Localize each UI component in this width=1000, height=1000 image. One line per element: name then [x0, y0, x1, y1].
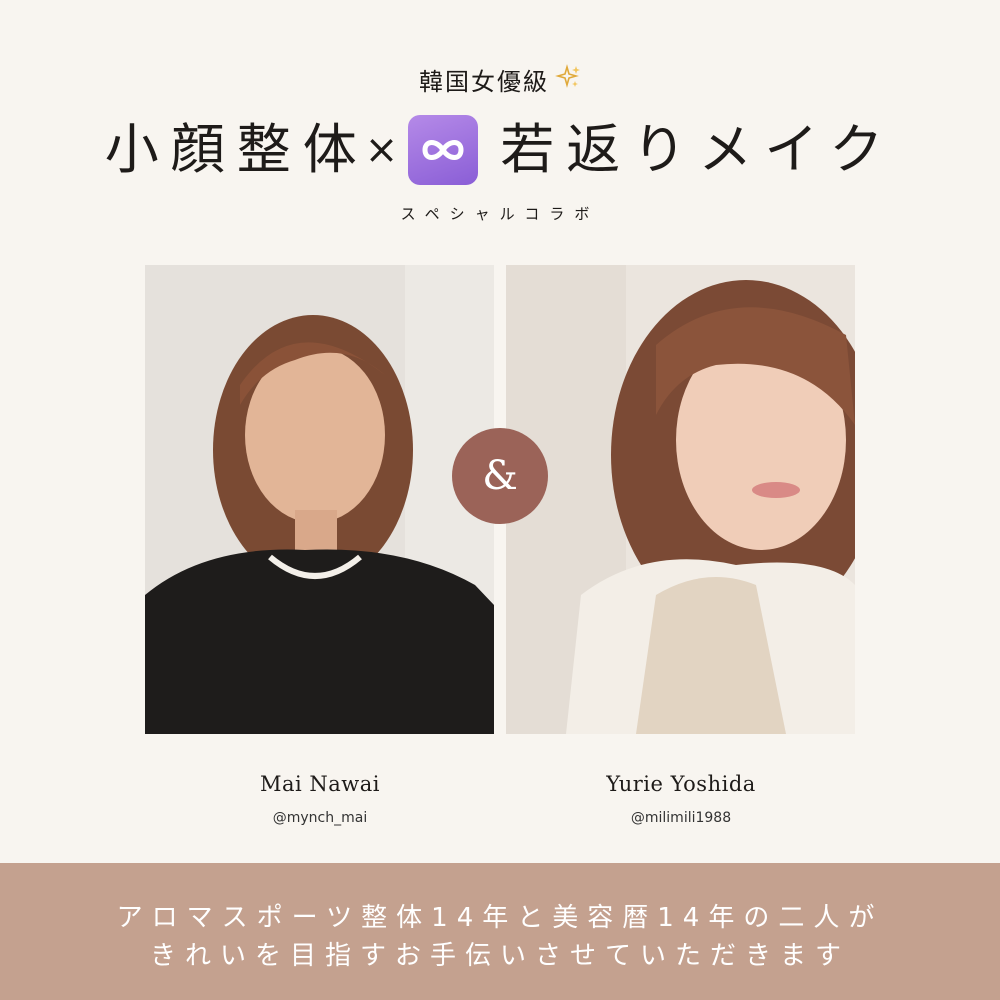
portrait-photo-mai [145, 265, 494, 734]
title-times: × [364, 127, 399, 173]
title-right: 若返りメイク [500, 118, 896, 181]
person-handle-yurie: @milimili1988 [630, 810, 732, 826]
ampersand-badge: & [452, 428, 548, 524]
subtitle: スペシャルコラボ [400, 205, 600, 223]
sparkles-icon [555, 63, 581, 96]
footer-line-1: アロマスポーツ整体14年と美容暦14年の二人が [116, 903, 884, 933]
eyebrow: 韓国女優級 [0, 62, 1000, 97]
infinity-icon [408, 115, 479, 185]
person-name-mai: Mai Nawai [259, 772, 381, 796]
person-handle-mai: @mynch_mai [272, 810, 368, 826]
title-left: 小顔整体 [104, 118, 369, 181]
footer-banner: アロマスポーツ整体14年と美容暦14年の二人が きれいを目指すお手伝いさせていた… [0, 863, 1000, 1000]
portrait-photo-yurie [506, 265, 855, 734]
page-title: 小顔整体 × 若返りメイク [0, 112, 1000, 188]
person-name-yurie: Yurie Yoshida [606, 772, 756, 796]
eyebrow-text: 韓国女優級 [419, 68, 549, 96]
footer-line-2: きれいを目指すお手伝いさせていただきます [149, 941, 850, 971]
